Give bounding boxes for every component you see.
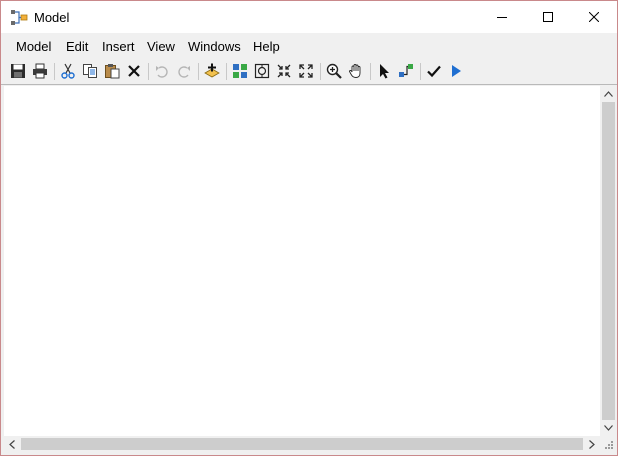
toolbar-separator — [226, 63, 227, 80]
menu-model[interactable]: Model — [15, 39, 52, 54]
toolbar-separator — [54, 63, 55, 80]
chevron-up-icon — [603, 91, 613, 97]
model-canvas[interactable] — [4, 86, 600, 436]
horizontal-scrollbar[interactable] — [4, 436, 600, 452]
horizontal-scroll-thumb[interactable] — [21, 438, 583, 450]
toolbar-separator — [420, 63, 421, 80]
scroll-up-button[interactable] — [600, 86, 616, 102]
vertical-scrollbar[interactable] — [600, 86, 616, 436]
delete-button[interactable] — [124, 61, 144, 81]
menu-edit[interactable]: Edit — [65, 39, 89, 54]
paste-button[interactable] — [102, 61, 122, 81]
close-button[interactable] — [571, 1, 617, 33]
menu-windows[interactable]: Windows — [187, 39, 242, 54]
undo-button[interactable] — [152, 61, 172, 81]
minimize-icon — [497, 17, 507, 18]
close-icon — [589, 12, 599, 22]
paste-icon — [105, 64, 120, 79]
maximize-button[interactable] — [525, 1, 571, 33]
cut-button[interactable] — [58, 61, 78, 81]
toolbar-separator — [370, 63, 371, 80]
copy-button[interactable] — [80, 61, 100, 81]
auto-layout-button[interactable] — [230, 61, 250, 81]
print-button[interactable] — [30, 61, 50, 81]
chevron-left-icon — [9, 439, 15, 449]
scroll-right-button[interactable] — [584, 436, 600, 452]
toolbar-separator — [198, 63, 199, 80]
full-extent-icon — [254, 63, 270, 79]
menu-view[interactable]: View — [146, 39, 176, 54]
chevron-down-icon — [603, 425, 613, 431]
pan-button[interactable] — [346, 61, 366, 81]
connect-icon — [399, 64, 413, 77]
auto-layout-icon — [233, 64, 247, 78]
save-icon — [11, 64, 25, 78]
pan-icon — [349, 64, 361, 78]
redo-icon — [178, 66, 190, 78]
run-icon — [452, 65, 461, 77]
resize-grip[interactable] — [600, 436, 616, 452]
add-data-icon — [204, 63, 220, 78]
toolbar-separator — [148, 63, 149, 80]
model-window: Model Model Edit Insert View Windows Hel… — [0, 0, 618, 456]
select-icon — [380, 64, 389, 79]
save-button[interactable] — [8, 61, 28, 81]
chevron-right-icon — [589, 439, 595, 449]
menu-help[interactable]: Help — [252, 39, 281, 54]
connect-button[interactable] — [396, 61, 416, 81]
zoom-in-button[interactable] — [324, 61, 344, 81]
select-button[interactable] — [374, 61, 394, 81]
validate-icon — [427, 65, 441, 78]
fit-selection-button[interactable] — [274, 61, 294, 81]
copy-icon — [83, 64, 97, 78]
print-icon — [33, 63, 47, 79]
menu-bar: Model Edit Insert View Windows Help — [1, 33, 617, 59]
cut-icon — [61, 63, 75, 79]
zoom-extent-icon — [299, 64, 313, 78]
delete-icon — [128, 65, 140, 77]
redo-button[interactable] — [174, 61, 194, 81]
scroll-left-button[interactable] — [4, 436, 20, 452]
title-bar[interactable]: Model — [1, 1, 617, 33]
fit-selection-icon — [277, 64, 291, 78]
run-button[interactable] — [446, 61, 466, 81]
toolbar — [1, 59, 617, 85]
menu-insert[interactable]: Insert — [101, 39, 136, 54]
zoom-in-icon — [326, 63, 342, 79]
model-app-icon — [10, 9, 28, 27]
add-data-button[interactable] — [202, 61, 222, 81]
maximize-icon — [543, 12, 553, 22]
toolbar-separator — [320, 63, 321, 80]
resize-grip-icon — [605, 441, 613, 449]
full-extent-button[interactable] — [252, 61, 272, 81]
undo-icon — [156, 66, 168, 78]
zoom-extent-button[interactable] — [296, 61, 316, 81]
scroll-down-button[interactable] — [600, 420, 616, 436]
vertical-scroll-thumb[interactable] — [602, 102, 615, 420]
minimize-button[interactable] — [479, 1, 525, 33]
window-title: Model — [34, 10, 70, 25]
validate-button[interactable] — [424, 61, 444, 81]
